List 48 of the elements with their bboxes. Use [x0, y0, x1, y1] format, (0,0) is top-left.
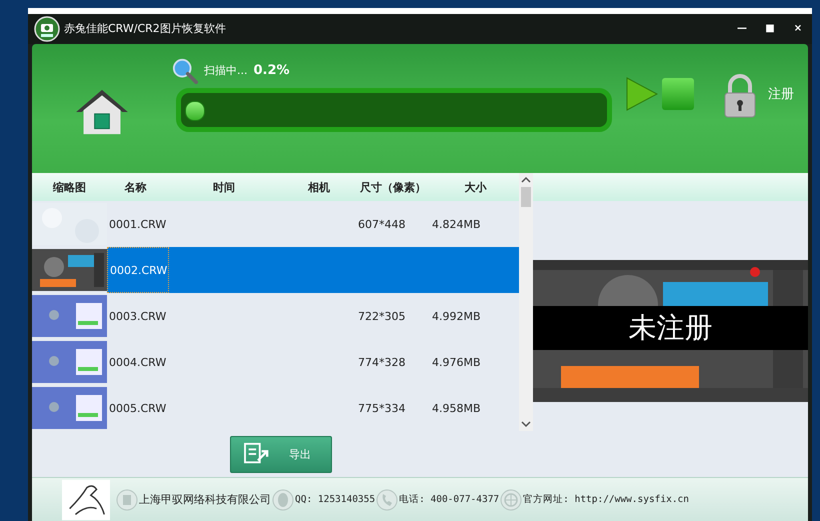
qq-number: QQ: 1253140355 [295, 494, 376, 506]
window-title: 赤兔佳能CRW/CR2图片恢复软件 [64, 21, 226, 36]
image-dimensions: 775*334 [358, 402, 406, 415]
column-header[interactable]: 缩略图 [32, 180, 107, 195]
file-name: 0003.CRW [108, 308, 168, 325]
image-dimensions: 607*448 [358, 218, 406, 231]
column-header[interactable]: 大小 [432, 180, 519, 195]
penguin-icon [272, 488, 294, 511]
image-dimensions: 722*305 [358, 310, 406, 323]
table-row[interactable]: 0002.CRW [32, 247, 519, 294]
maximize-button[interactable]: ■ [756, 16, 784, 41]
search-icon [172, 58, 198, 84]
table-row[interactable]: 0005.CRW 775*334 4.958MB [32, 385, 519, 432]
padlock-icon[interactable] [722, 74, 758, 118]
scan-status: 扫描中... [204, 63, 248, 78]
phone-number: 电话: 400-077-4377 [399, 493, 500, 506]
table-row[interactable]: 0001.CRW 607*448 4.824MB [32, 201, 519, 248]
home-icon[interactable] [74, 88, 130, 136]
close-button[interactable]: × [784, 16, 812, 41]
scroll-thumb[interactable] [521, 187, 531, 208]
file-name: 0005.CRW [108, 400, 168, 417]
file-name: 0004.CRW [108, 354, 168, 371]
file-size: 4.992MB [432, 310, 481, 323]
table-row[interactable]: 0003.CRW 722*305 4.992MB [32, 293, 519, 340]
file-size: 4.958MB [432, 402, 481, 415]
table-row[interactable]: 0004.CRW 774*328 4.976MB [32, 339, 519, 386]
phone-icon [376, 488, 398, 511]
file-size: 4.976MB [432, 356, 481, 369]
company-name: 上海甲驭网络科技有限公司 [139, 492, 271, 508]
website-link[interactable]: 官方网址: http://www.sysfix.cn [523, 493, 689, 506]
scrollbar[interactable] [519, 173, 533, 432]
file-name: 0001.CRW [108, 216, 168, 233]
file-name: 0002.CRW [107, 247, 169, 294]
horse-logo-drawing [62, 478, 110, 521]
column-header[interactable]: 时间 [164, 180, 284, 195]
column-header[interactable]: 相机 [284, 180, 354, 195]
file-size: 4.824MB [432, 218, 481, 231]
camera-logo-icon [34, 16, 60, 42]
building-icon [116, 488, 138, 511]
globe-icon [500, 488, 522, 511]
image-dimensions: 774*328 [358, 356, 406, 369]
column-header[interactable]: 名称 [107, 180, 164, 195]
column-header[interactable]: 尺寸（像素） [354, 180, 432, 195]
watermark-banner: 未注册 [533, 306, 808, 350]
minimize-button[interactable]: — [728, 16, 756, 41]
scroll-up-icon[interactable] [521, 176, 531, 184]
scan-percent: 0.2% [254, 63, 290, 78]
scroll-down-icon[interactable] [521, 420, 531, 428]
